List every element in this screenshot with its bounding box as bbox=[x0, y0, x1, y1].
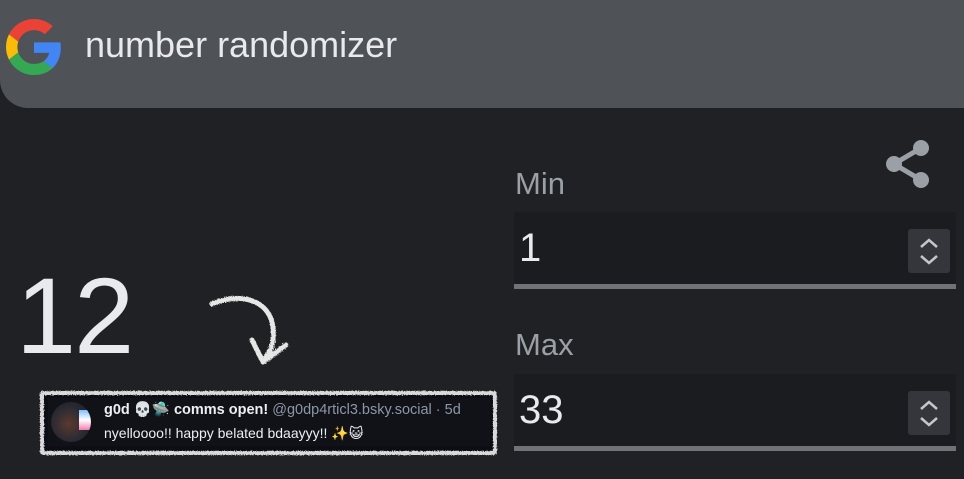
avatar[interactable] bbox=[51, 402, 91, 442]
max-stepper-icon[interactable] bbox=[908, 391, 950, 435]
share-icon[interactable] bbox=[882, 138, 932, 190]
google-logo-icon[interactable] bbox=[6, 19, 62, 75]
tweet-handle[interactable]: @g0dp4rticl3.bsky.social · 5d bbox=[272, 402, 461, 418]
tweet-card[interactable]: g0d 💀🛸 comms open! @g0dp4rticl3.bsky.soc… bbox=[48, 398, 490, 446]
min-field[interactable]: 1 bbox=[514, 212, 956, 289]
tweet-text: nyelloooo!! happy belated bdaayyy!! ✨😺 bbox=[104, 425, 364, 441]
max-label: Max bbox=[515, 327, 574, 362]
search-bar[interactable]: number randomizer bbox=[0, 0, 964, 108]
min-label: Min bbox=[515, 166, 565, 201]
min-input[interactable]: 1 bbox=[519, 226, 541, 271]
tweet-header: g0d 💀🛸 comms open! @g0dp4rticl3.bsky.soc… bbox=[104, 401, 461, 418]
tweet-author-name[interactable]: g0d 💀🛸 comms open! bbox=[104, 402, 268, 418]
random-result: 12 bbox=[16, 255, 134, 376]
search-query[interactable]: number randomizer bbox=[85, 24, 397, 66]
max-field[interactable]: 33 bbox=[514, 374, 956, 451]
min-stepper-icon[interactable] bbox=[908, 229, 950, 273]
max-input[interactable]: 33 bbox=[519, 388, 564, 433]
